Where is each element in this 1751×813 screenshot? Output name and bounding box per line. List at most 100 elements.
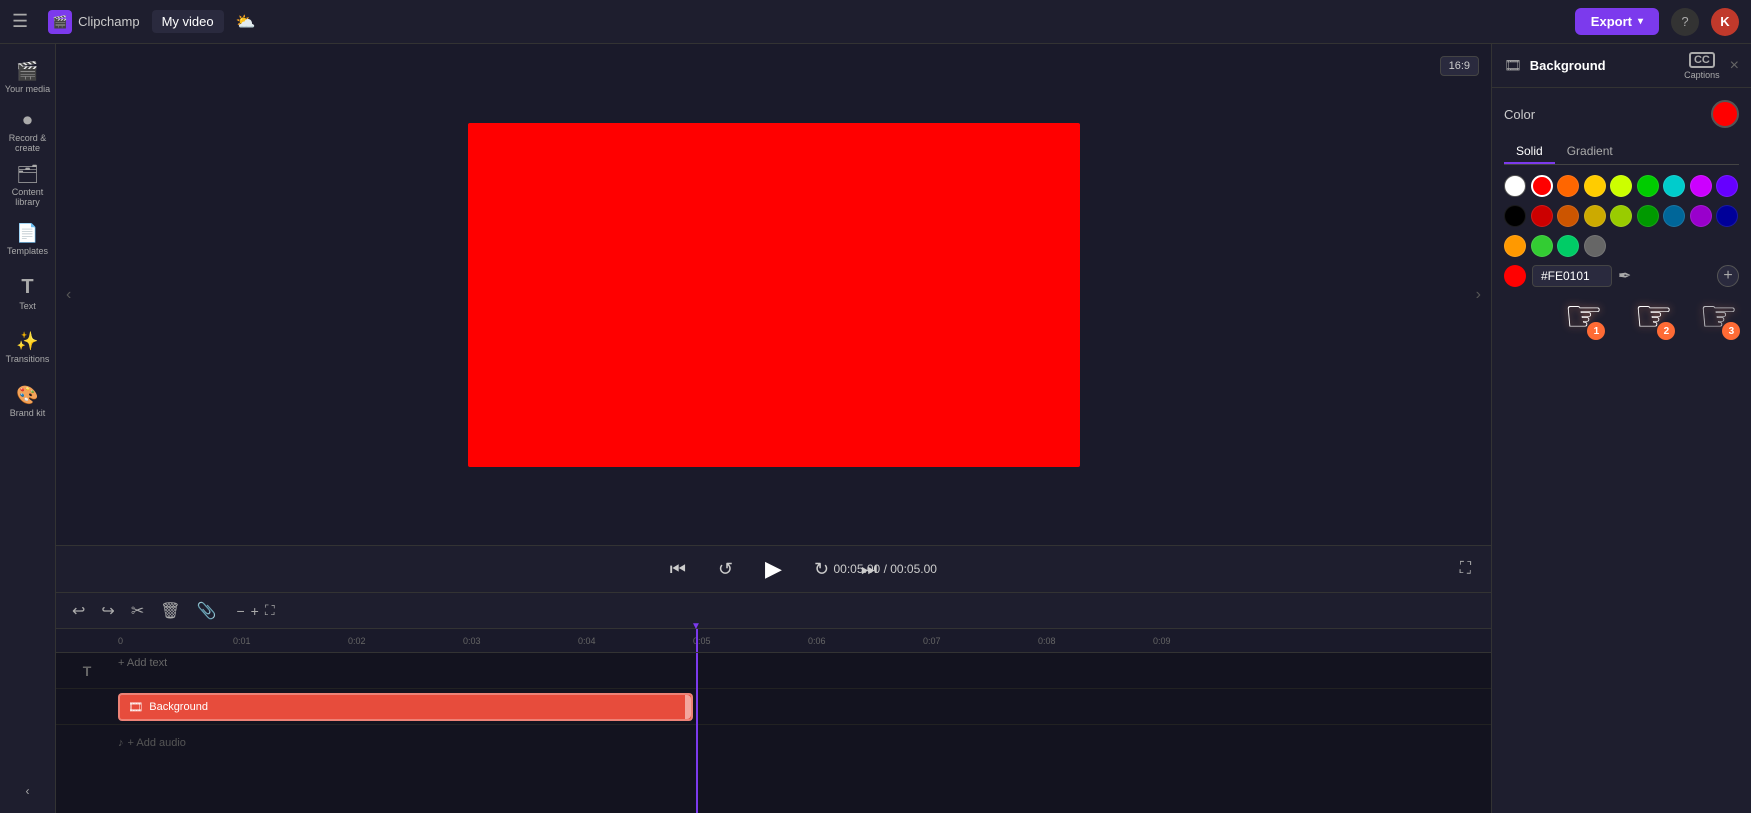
captions-icon: CC (1689, 52, 1715, 68)
skip-back-button[interactable]: ⏮ (666, 555, 690, 584)
audio-icon: ♪ (118, 737, 124, 749)
color-black[interactable] (1504, 205, 1526, 227)
close-panel-button[interactable]: × (1730, 57, 1739, 75)
color-grid-row1 (1504, 175, 1739, 197)
color-white[interactable] (1504, 175, 1526, 197)
export-arrow: ▾ (1638, 16, 1643, 27)
cloud-icon[interactable]: ⛅ (236, 12, 256, 32)
right-panel: 🎞 Background CC Captions × Color Solid G… (1491, 44, 1751, 813)
text-icon: T (21, 276, 33, 299)
color-dark-red[interactable] (1531, 205, 1553, 227)
color-dark-blue[interactable] (1716, 205, 1738, 227)
sidebar-item-text[interactable]: T Text (4, 268, 52, 320)
color-grid-row2 (1504, 205, 1739, 227)
playhead[interactable] (696, 629, 698, 652)
color-dark-yellow[interactable] (1584, 205, 1606, 227)
video-title[interactable]: My video (152, 10, 224, 33)
color-red[interactable] (1531, 175, 1553, 197)
color-mint[interactable] (1557, 235, 1579, 257)
add-text-button[interactable]: + Add text (118, 657, 167, 669)
color-current-row: Color (1504, 100, 1739, 128)
color-yellow[interactable] (1584, 175, 1606, 197)
color-dark-green[interactable] (1637, 205, 1659, 227)
color-dark-lime[interactable] (1610, 205, 1632, 227)
export-button[interactable]: Export ▾ (1575, 8, 1659, 35)
color-grid-row3 (1504, 235, 1739, 257)
color-dark-orange[interactable] (1557, 205, 1579, 227)
cut-tool[interactable]: ✂ (127, 597, 148, 625)
app-logo: 🎬 Clipchamp (48, 10, 139, 34)
color-purple[interactable] (1716, 175, 1738, 197)
color-orange[interactable] (1557, 175, 1579, 197)
color-magenta[interactable] (1690, 175, 1712, 197)
color-bright-green[interactable] (1531, 235, 1553, 257)
zoom-out-button[interactable]: − (236, 603, 244, 619)
time-display: 00:05.00 / 00:05.00 (834, 562, 937, 576)
add-audio-button[interactable]: + Add audio (128, 737, 186, 749)
captions-button[interactable]: CC Captions (1684, 52, 1720, 80)
hand-cursor-1: ☞ 1 (1564, 291, 1603, 342)
attach-tool[interactable]: 📎 (193, 597, 221, 625)
audio-track-row[interactable]: ♪ + Add audio (56, 725, 1491, 761)
rewind-button[interactable]: ↺ (714, 555, 737, 584)
color-gray[interactable] (1584, 235, 1606, 257)
play-button[interactable]: ▶ (761, 552, 786, 586)
hand-cursors-area: ☞ 1 ☞ 2 ☞ 3 (1504, 291, 1739, 371)
aspect-ratio-badge[interactable]: 16:9 (1440, 56, 1479, 76)
text-track-row: T + Add text (56, 653, 1491, 689)
redo-tool[interactable]: ↪ (97, 597, 118, 625)
text-track-content: + Add text (118, 653, 1491, 688)
color-teal[interactable] (1663, 175, 1685, 197)
fullscreen-button[interactable]: ⛶ (1456, 556, 1475, 582)
timeline-ruler: 0 0:01 0:02 0:03 0:04 0:05 0:06 0:07 0:0… (56, 629, 1491, 653)
tab-gradient[interactable]: Gradient (1555, 140, 1625, 164)
expand-right-icon[interactable]: › (1476, 286, 1481, 304)
background-track-row: 🎞 Background (56, 689, 1491, 725)
tab-solid[interactable]: Solid (1504, 140, 1555, 164)
ruler-marks: 0 0:01 0:02 0:03 0:04 0:05 0:06 0:07 0:0… (118, 636, 1491, 646)
clip-icon: 🎞 (128, 700, 143, 714)
delete-tool[interactable]: 🗑 (156, 597, 184, 625)
hand-cursor-2: ☞ 2 (1634, 291, 1673, 342)
timeline-toolbar: ↩ ↪ ✂ 🗑 📎 − + ⛶ (56, 593, 1491, 629)
text-track-icon: T (83, 663, 92, 679)
background-clip[interactable]: 🎞 Background (118, 693, 693, 721)
sidebar-item-your-media[interactable]: 🎬 Your media (4, 52, 52, 104)
playback-controls: ⏮ ↺ ▶ ↻ ⏭ 00:05.00 / 00:05.00 ⛶ (56, 545, 1491, 593)
media-icon: 🎬 (16, 61, 38, 82)
record-icon: ⏺ (23, 110, 32, 131)
avatar[interactable]: K (1711, 8, 1739, 36)
preview-area: ‹ › 16:9 (56, 44, 1491, 545)
color-input-row: ✒ + (1504, 265, 1739, 287)
sidebar-item-content-library[interactable]: 🗂 Contentlibrary (4, 160, 52, 212)
zoom-in-button[interactable]: + (251, 603, 259, 619)
sidebar-item-templates[interactable]: 📄 Templates (4, 214, 52, 266)
left-sidebar: 🎬 Your media ⏺ Record &create 🗂 Contentl… (0, 44, 56, 813)
color-dark-teal[interactable] (1663, 205, 1685, 227)
expand-left-icon[interactable]: ‹ (66, 286, 71, 304)
help-icon[interactable]: ? (1671, 8, 1699, 36)
timeline-expand-button[interactable]: ⛶ (265, 602, 275, 619)
menu-icon[interactable]: ☰ (12, 11, 28, 32)
forward-button[interactable]: ↻ (810, 555, 833, 584)
library-icon: 🗂 (16, 164, 39, 185)
sidebar-collapse-button[interactable]: ‹ (14, 777, 42, 805)
sidebar-item-brand-kit[interactable]: 🎨 Brand kit (4, 376, 52, 428)
color-dark-magenta[interactable] (1690, 205, 1712, 227)
color-green[interactable] (1637, 175, 1659, 197)
color-swatch-current[interactable] (1711, 100, 1739, 128)
timeline-tracks: T + Add text 🎞 Background (56, 653, 1491, 813)
color-lime[interactable] (1610, 175, 1632, 197)
color-amber[interactable] (1504, 235, 1526, 257)
timeline-section: ↩ ↪ ✂ 🗑 📎 − + ⛶ 0 0:01 0:02 0:03 0:04 (56, 593, 1491, 813)
sidebar-item-record-create[interactable]: ⏺ Record &create (4, 106, 52, 158)
undo-tool[interactable]: ↩ (68, 597, 89, 625)
bg-track-content[interactable]: 🎞 Background (118, 689, 1491, 724)
sidebar-item-transitions[interactable]: ✨ Transitions (4, 322, 52, 374)
add-color-button[interactable]: + (1717, 265, 1739, 287)
color-hex-input[interactable] (1532, 265, 1612, 287)
clip-handle[interactable] (685, 695, 691, 719)
main-layout: 🎬 Your media ⏺ Record &create 🗂 Contentl… (0, 44, 1751, 813)
eyedropper-icon[interactable]: ✒ (1618, 266, 1631, 286)
panel-title: Background (1530, 58, 1606, 73)
